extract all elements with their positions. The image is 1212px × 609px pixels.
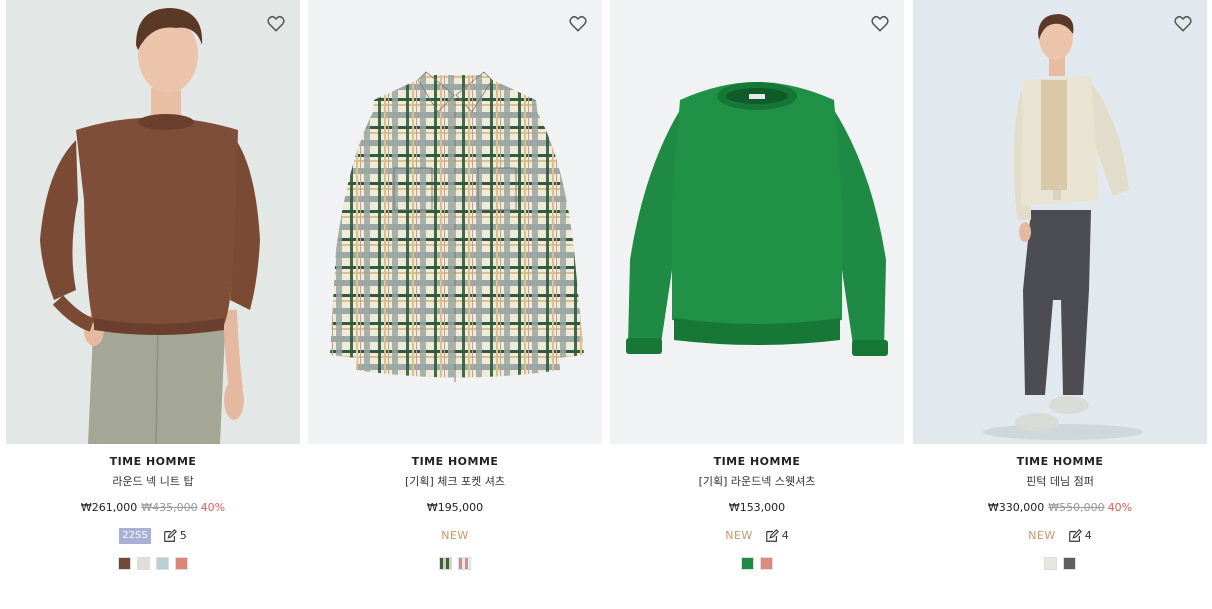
original-price: ₩550,000 [1048,501,1105,514]
product-grid: TIME HOMME 라운드 넥 니트 탑 ₩261,000 ₩435,000 40… [0,0,1212,609]
product-name[interactable]: [기획] 라운드넥 스웻셔츠 [610,475,904,489]
badge-row: NEW 4 [913,528,1207,544]
product-brand[interactable]: TIME HOMME [913,455,1207,469]
product-name[interactable]: 라운드 넥 니트 탑 [6,475,300,489]
review-count-link[interactable]: 5 [163,528,187,544]
sale-price: ₩261,000 [80,501,138,514]
color-swatch-brown[interactable] [118,557,131,570]
product-brand[interactable]: TIME HOMME [610,455,904,469]
review-count: 4 [781,529,789,542]
product-card[interactable]: TIME HOMME [기획] 체크 포켓 셔츠 ₩195,000 NEW [308,0,602,609]
review-count-link[interactable]: 4 [1068,528,1092,544]
product-image[interactable] [610,0,904,444]
product-card[interactable]: TIME HOMME 라운드 넥 니트 탑 ₩261,000 ₩435,000 40… [6,0,300,609]
season-badge: 22SS [119,528,151,544]
price-row: ₩195,000 [308,501,602,515]
original-price: ₩435,000 [141,501,198,514]
product-image[interactable] [308,0,602,444]
color-swatch-light-blue[interactable] [156,557,169,570]
product-card[interactable]: TIME HOMME 핀턱 데님 점퍼 ₩330,000 ₩550,000 40% … [913,0,1207,609]
wishlist-heart-icon[interactable] [1173,14,1193,34]
product-image[interactable] [6,0,300,444]
new-badge: NEW [441,529,469,542]
new-badge: NEW [1028,529,1056,542]
price-row: ₩261,000 ₩435,000 40% [6,501,300,515]
pencil-square-icon [765,529,779,542]
pencil-square-icon [163,529,177,542]
price-row: ₩330,000 ₩550,000 40% [913,501,1207,515]
discount-rate: 40% [200,501,226,514]
sale-price: ₩153,000 [728,501,786,514]
review-count-link[interactable]: 4 [765,528,789,544]
color-swatch-charcoal[interactable] [1063,557,1076,570]
color-swatch-pink-check[interactable] [458,557,471,570]
color-swatch-green-check[interactable] [439,557,452,570]
product-card[interactable]: TIME HOMME [기획] 라운드넥 스웻셔츠 ₩153,000 NEW 4 [610,0,904,609]
color-swatches [913,557,1207,570]
wishlist-heart-icon[interactable] [266,14,286,34]
color-swatch-coral[interactable] [175,557,188,570]
badge-row: 22SS 5 [6,528,300,544]
review-count: 5 [179,529,187,542]
color-swatch-coral[interactable] [760,557,773,570]
sale-price: ₩195,000 [426,501,484,514]
product-brand[interactable]: TIME HOMME [6,455,300,469]
product-info: TIME HOMME [기획] 체크 포켓 셔츠 ₩195,000 NEW [308,444,602,570]
product-info: TIME HOMME [기획] 라운드넥 스웻셔츠 ₩153,000 NEW 4 [610,444,904,570]
discount-rate: 40% [1107,501,1133,514]
product-info: TIME HOMME 라운드 넥 니트 탑 ₩261,000 ₩435,000 40… [6,444,300,570]
color-swatch-green[interactable] [741,557,754,570]
product-name[interactable]: 핀턱 데님 점퍼 [913,475,1207,489]
wishlist-heart-icon[interactable] [568,14,588,34]
color-swatches [6,557,300,570]
sale-price: ₩330,000 [987,501,1045,514]
price-row: ₩153,000 [610,501,904,515]
color-swatch-light-gray[interactable] [137,557,150,570]
review-count: 4 [1084,529,1092,542]
badge-row: NEW 4 [610,528,904,544]
badge-row: NEW [308,528,602,544]
pencil-square-icon [1068,529,1082,542]
color-swatch-ivory[interactable] [1044,557,1057,570]
wishlist-heart-icon[interactable] [870,14,890,34]
product-name[interactable]: [기획] 체크 포켓 셔츠 [308,475,602,489]
color-swatches [308,557,602,570]
product-image[interactable] [913,0,1207,444]
product-brand[interactable]: TIME HOMME [308,455,602,469]
color-swatches [610,557,904,570]
new-badge: NEW [725,529,753,542]
product-info: TIME HOMME 핀턱 데님 점퍼 ₩330,000 ₩550,000 40% … [913,444,1207,570]
